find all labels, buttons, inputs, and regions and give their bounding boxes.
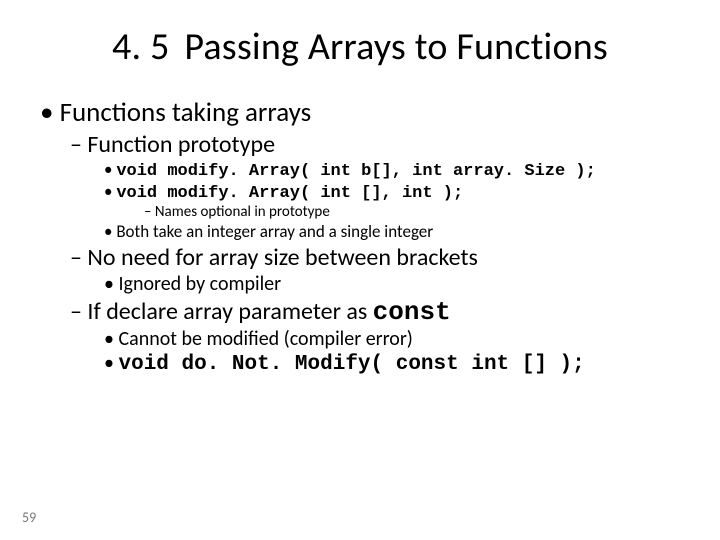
bullet-l3: Both take an integer array and a single …	[104, 221, 680, 242]
bullet-l3: Cannot be modified (compiler error)	[104, 327, 680, 351]
bullet-l2: If declare array parameter as const Cann…	[70, 297, 680, 376]
code-line: void modify. Array( int b[], int array. …	[104, 159, 680, 181]
bullet-text: Ignored by compiler	[118, 272, 281, 296]
page-number: 59	[22, 509, 36, 526]
title-number: 4. 5	[112, 24, 170, 70]
bullet-text: No need for array size between brackets	[87, 243, 477, 272]
bullet-l4: Names optional in prototype	[144, 203, 680, 221]
bullet-l2: No need for array size between brackets …	[70, 243, 680, 296]
bullet-text: If declare array parameter as	[87, 297, 372, 326]
code-keyword: const	[373, 297, 451, 327]
bullet-l3: Ignored by compiler	[104, 272, 680, 296]
bullet-text: Function prototype	[87, 130, 275, 159]
bullet-text: Cannot be modified (compiler error)	[118, 327, 412, 351]
code-text: void modify. Array( int b[], int array. …	[116, 162, 595, 181]
bullet-l2: Function prototype void modify. Array( i…	[70, 130, 680, 242]
bullet-text: Functions taking arrays	[60, 96, 312, 129]
slide: 4. 5 Passing Arrays to Functions Functio…	[0, 0, 720, 540]
code-line: void do. Not. Modify( const int [] );	[104, 351, 680, 376]
bullet-text: Names optional in prototype	[155, 203, 330, 221]
bullet-list: Functions taking arrays Function prototy…	[40, 96, 680, 376]
code-line: void modify. Array( int [], int ); Names…	[104, 181, 680, 221]
bullet-text: Both take an integer array and a single …	[116, 221, 433, 242]
code-text: void modify. Array( int [], int );	[116, 184, 463, 203]
bullet-l1: Functions taking arrays Function prototy…	[40, 96, 680, 376]
slide-title: 4. 5 Passing Arrays to Functions	[40, 24, 680, 70]
code-text: void do. Not. Modify( const int [] );	[118, 353, 584, 376]
title-text: Passing Arrays to Functions	[184, 24, 608, 70]
